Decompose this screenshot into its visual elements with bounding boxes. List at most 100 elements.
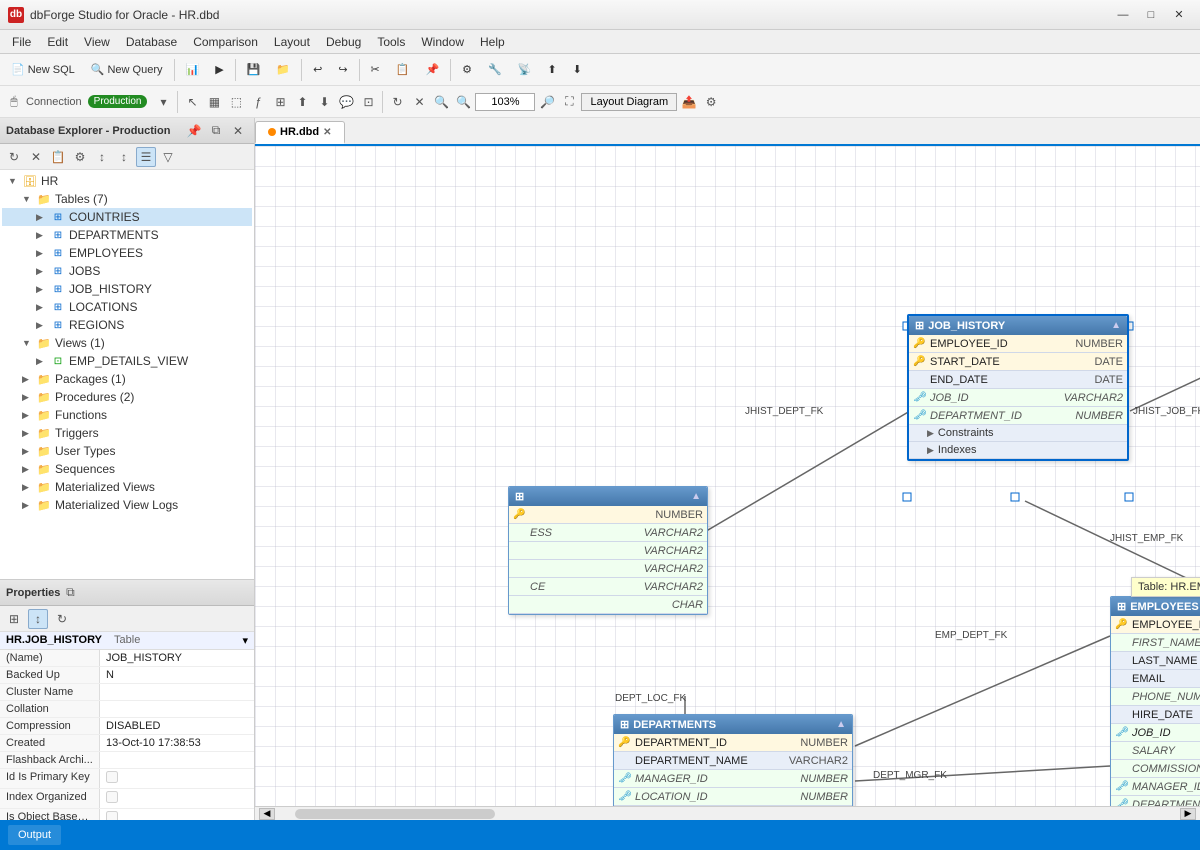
jh-row-job-id[interactable]: 🗝 JOB_ID VARCHAR2 (909, 389, 1127, 407)
scroll-left-btn[interactable]: ◀ (259, 808, 275, 820)
partial-row-num[interactable]: 🔑 NUMBER (509, 506, 707, 524)
menu-debug[interactable]: Debug (318, 33, 369, 51)
tree-item-countries[interactable]: ▶ ⊞ COUNTRIES (2, 208, 252, 226)
tb2-up-icon[interactable]: ⬆ (292, 92, 312, 112)
dept-row-manager[interactable]: 🗝 MANAGER_ID NUMBER (614, 770, 852, 788)
tree-item-locations[interactable]: ▶ ⊞ LOCATIONS (2, 298, 252, 316)
partial-row-2[interactable]: VARCHAR2 (509, 542, 707, 560)
tree-functions-group[interactable]: ▶ 📁 Functions (2, 406, 252, 424)
dept-row-name[interactable]: DEPARTMENT_NAME VARCHAR2 (614, 752, 852, 770)
sort-desc-button[interactable]: ↕ (114, 147, 134, 167)
close-panel-button[interactable]: ✕ (228, 121, 248, 141)
partial-row-ess[interactable]: ESS VARCHAR2 (509, 524, 707, 542)
tb-misc4[interactable]: ⬆ (540, 57, 563, 83)
scroll-thumb[interactable] (295, 809, 495, 819)
scroll-right-btn[interactable]: ▶ (1180, 808, 1196, 820)
departments-header[interactable]: ⊞ DEPARTMENTS ▲ (614, 715, 852, 734)
tree-item-job-history[interactable]: ▶ ⊞ JOB_HISTORY (2, 280, 252, 298)
tree-item-employees[interactable]: ▶ ⊞ EMPLOYEES (2, 244, 252, 262)
departments-collapse[interactable]: ▲ (836, 719, 846, 730)
float-button[interactable]: ⧉ (206, 121, 226, 141)
remove-button[interactable]: ✕ (26, 147, 46, 167)
jh-indexes-section[interactable]: ▶ Indexes (909, 442, 1127, 459)
departments-table[interactable]: ⊞ DEPARTMENTS ▲ 🔑 DEPARTMENT_ID NUMBER D… (613, 714, 853, 806)
employees-header[interactable]: ⊞ EMPLOYEES ▲ (1111, 597, 1200, 616)
partial-header[interactable]: ⊞ ▲ (509, 487, 707, 506)
tb-cut[interactable]: ✂ (364, 57, 387, 83)
props-float-button[interactable]: ⧉ (60, 583, 80, 603)
copy-tree-button[interactable]: 📋 (48, 147, 68, 167)
bookmark-button[interactable]: ☰ (136, 147, 156, 167)
jh-row-start-date[interactable]: 🔑 START_DATE DATE (909, 353, 1127, 371)
job-history-collapse[interactable]: ▲ (1111, 320, 1121, 331)
tree-sequences-group[interactable]: ▶ 📁 Sequences (2, 460, 252, 478)
hr-dbd-tab[interactable]: HR.dbd ✕ (255, 121, 345, 144)
tb2-stop-icon[interactable]: ✕ (409, 92, 429, 112)
emp-row-email[interactable]: EMAIL VARCHAR2 (1111, 670, 1200, 688)
partial-row-char[interactable]: CHAR (509, 596, 707, 614)
tb2-cursor-icon[interactable]: ↖ (182, 92, 202, 112)
menu-file[interactable]: File (4, 33, 39, 51)
tb2-misc-icon[interactable]: ⊡ (358, 92, 378, 112)
menu-help[interactable]: Help (472, 33, 513, 51)
emp-row-salary[interactable]: SALARY NUMBER (1111, 742, 1200, 760)
menu-window[interactable]: Window (413, 33, 472, 51)
tree-item-departments[interactable]: ▶ ⊞ DEPARTMENTS (2, 226, 252, 244)
sort-button[interactable]: ↕ (92, 147, 112, 167)
partial-collapse[interactable]: ▲ (691, 491, 701, 502)
dept-row-location[interactable]: 🗝 LOCATION_ID NUMBER (614, 788, 852, 806)
job-history-header[interactable]: ⊞ JOB_HISTORY ▲ (909, 316, 1127, 335)
close-button[interactable]: ✕ (1166, 6, 1192, 24)
tree-tables-group[interactable]: ▼ 📁 Tables (7) (2, 190, 252, 208)
tb-redo[interactable]: ↪ (331, 57, 354, 83)
menu-edit[interactable]: Edit (39, 33, 76, 51)
diagram-canvas[interactable]: JHIST_DEPT_FK JHIST_JOB_FK JHIST_EMP_FK … (255, 146, 1200, 806)
tb2-search-icon[interactable]: 🔍 (431, 92, 451, 112)
tab-close-button[interactable]: ✕ (323, 127, 331, 138)
layout-diagram-button[interactable]: Layout Diagram (581, 93, 677, 111)
tb2-settings-icon[interactable]: ⚙ (701, 92, 721, 112)
tb2-zoom-in-icon[interactable]: 🔎 (537, 92, 557, 112)
tb2-fn-icon[interactable]: ƒ (248, 92, 268, 112)
tree-packages-group[interactable]: ▶ 📁 Packages (1) (2, 370, 252, 388)
partial-table[interactable]: ⊞ ▲ 🔑 NUMBER ESS VARCHAR2 (508, 486, 708, 615)
tb-misc3[interactable]: 📡 (511, 57, 539, 83)
tree-views-group[interactable]: ▼ 📁 Views (1) (2, 334, 252, 352)
tb-misc5[interactable]: ⬇ (566, 57, 589, 83)
filter-button[interactable]: ⚙ (70, 147, 90, 167)
tb2-refresh-icon[interactable]: ↻ (387, 92, 407, 112)
menu-tools[interactable]: Tools (369, 33, 413, 51)
props-refresh-btn[interactable]: ↻ (52, 609, 72, 629)
tree-item-regions[interactable]: ▶ ⊞ REGIONS (2, 316, 252, 334)
emp-row-commission[interactable]: COMMISSION_PCT NUMBER (1111, 760, 1200, 778)
jh-row-dept-id[interactable]: 🗝 DEPARTMENT_ID NUMBER (909, 407, 1127, 425)
jh-row-emp-id[interactable]: 🔑 EMPLOYEE_ID NUMBER (909, 335, 1127, 353)
tb-btn-4[interactable]: 📁 (269, 57, 297, 83)
refresh-tree-button[interactable]: ↻ (4, 147, 24, 167)
jh-row-end-date[interactable]: END_DATE DATE (909, 371, 1127, 389)
minimize-button[interactable]: — (1110, 6, 1136, 24)
emp-row-id[interactable]: 🔑 EMPLOYEE_ID NUMBER (1111, 616, 1200, 634)
jh-constraints-section[interactable]: ▶ Constraints (909, 425, 1127, 442)
tb2-export-icon[interactable]: 📤 (679, 92, 699, 112)
filter2-button[interactable]: ▽ (158, 147, 178, 167)
tb-misc1[interactable]: ⚙ (455, 57, 479, 83)
pin-button[interactable]: 📌 (184, 121, 204, 141)
tree-triggers-group[interactable]: ▶ 📁 Triggers (2, 424, 252, 442)
tb2-down-icon[interactable]: ⬇ (314, 92, 334, 112)
tree-mat-view-logs-group[interactable]: ▶ 📁 Materialized View Logs (2, 496, 252, 514)
tb2-chat-icon[interactable]: 💬 (336, 92, 356, 112)
emp-row-job-id[interactable]: 🗝 JOB_ID VARCHAR2 (1111, 724, 1200, 742)
dept-row-id[interactable]: 🔑 DEPARTMENT_ID NUMBER (614, 734, 852, 752)
tree-item-emp-details-view[interactable]: ▶ ⊡ EMP_DETAILS_VIEW (2, 352, 252, 370)
output-button[interactable]: Output (8, 825, 61, 845)
menu-layout[interactable]: Layout (266, 33, 318, 51)
zoom-input[interactable] (475, 93, 535, 111)
emp-row-dept-id[interactable]: 🗝 DEPARTMENT_ID NUMBER (1111, 796, 1200, 806)
tb-btn-1[interactable]: 📊 (179, 57, 207, 83)
tb2-select-icon[interactable]: ⬚ (226, 92, 246, 112)
tree-mat-views-group[interactable]: ▶ 📁 Materialized Views (2, 478, 252, 496)
tree-root[interactable]: ▼ 🗄 HR (2, 172, 252, 190)
tb-copy[interactable]: 📋 (389, 57, 417, 83)
emp-row-first-name[interactable]: FIRST_NAME VARCHAR2 (1111, 634, 1200, 652)
